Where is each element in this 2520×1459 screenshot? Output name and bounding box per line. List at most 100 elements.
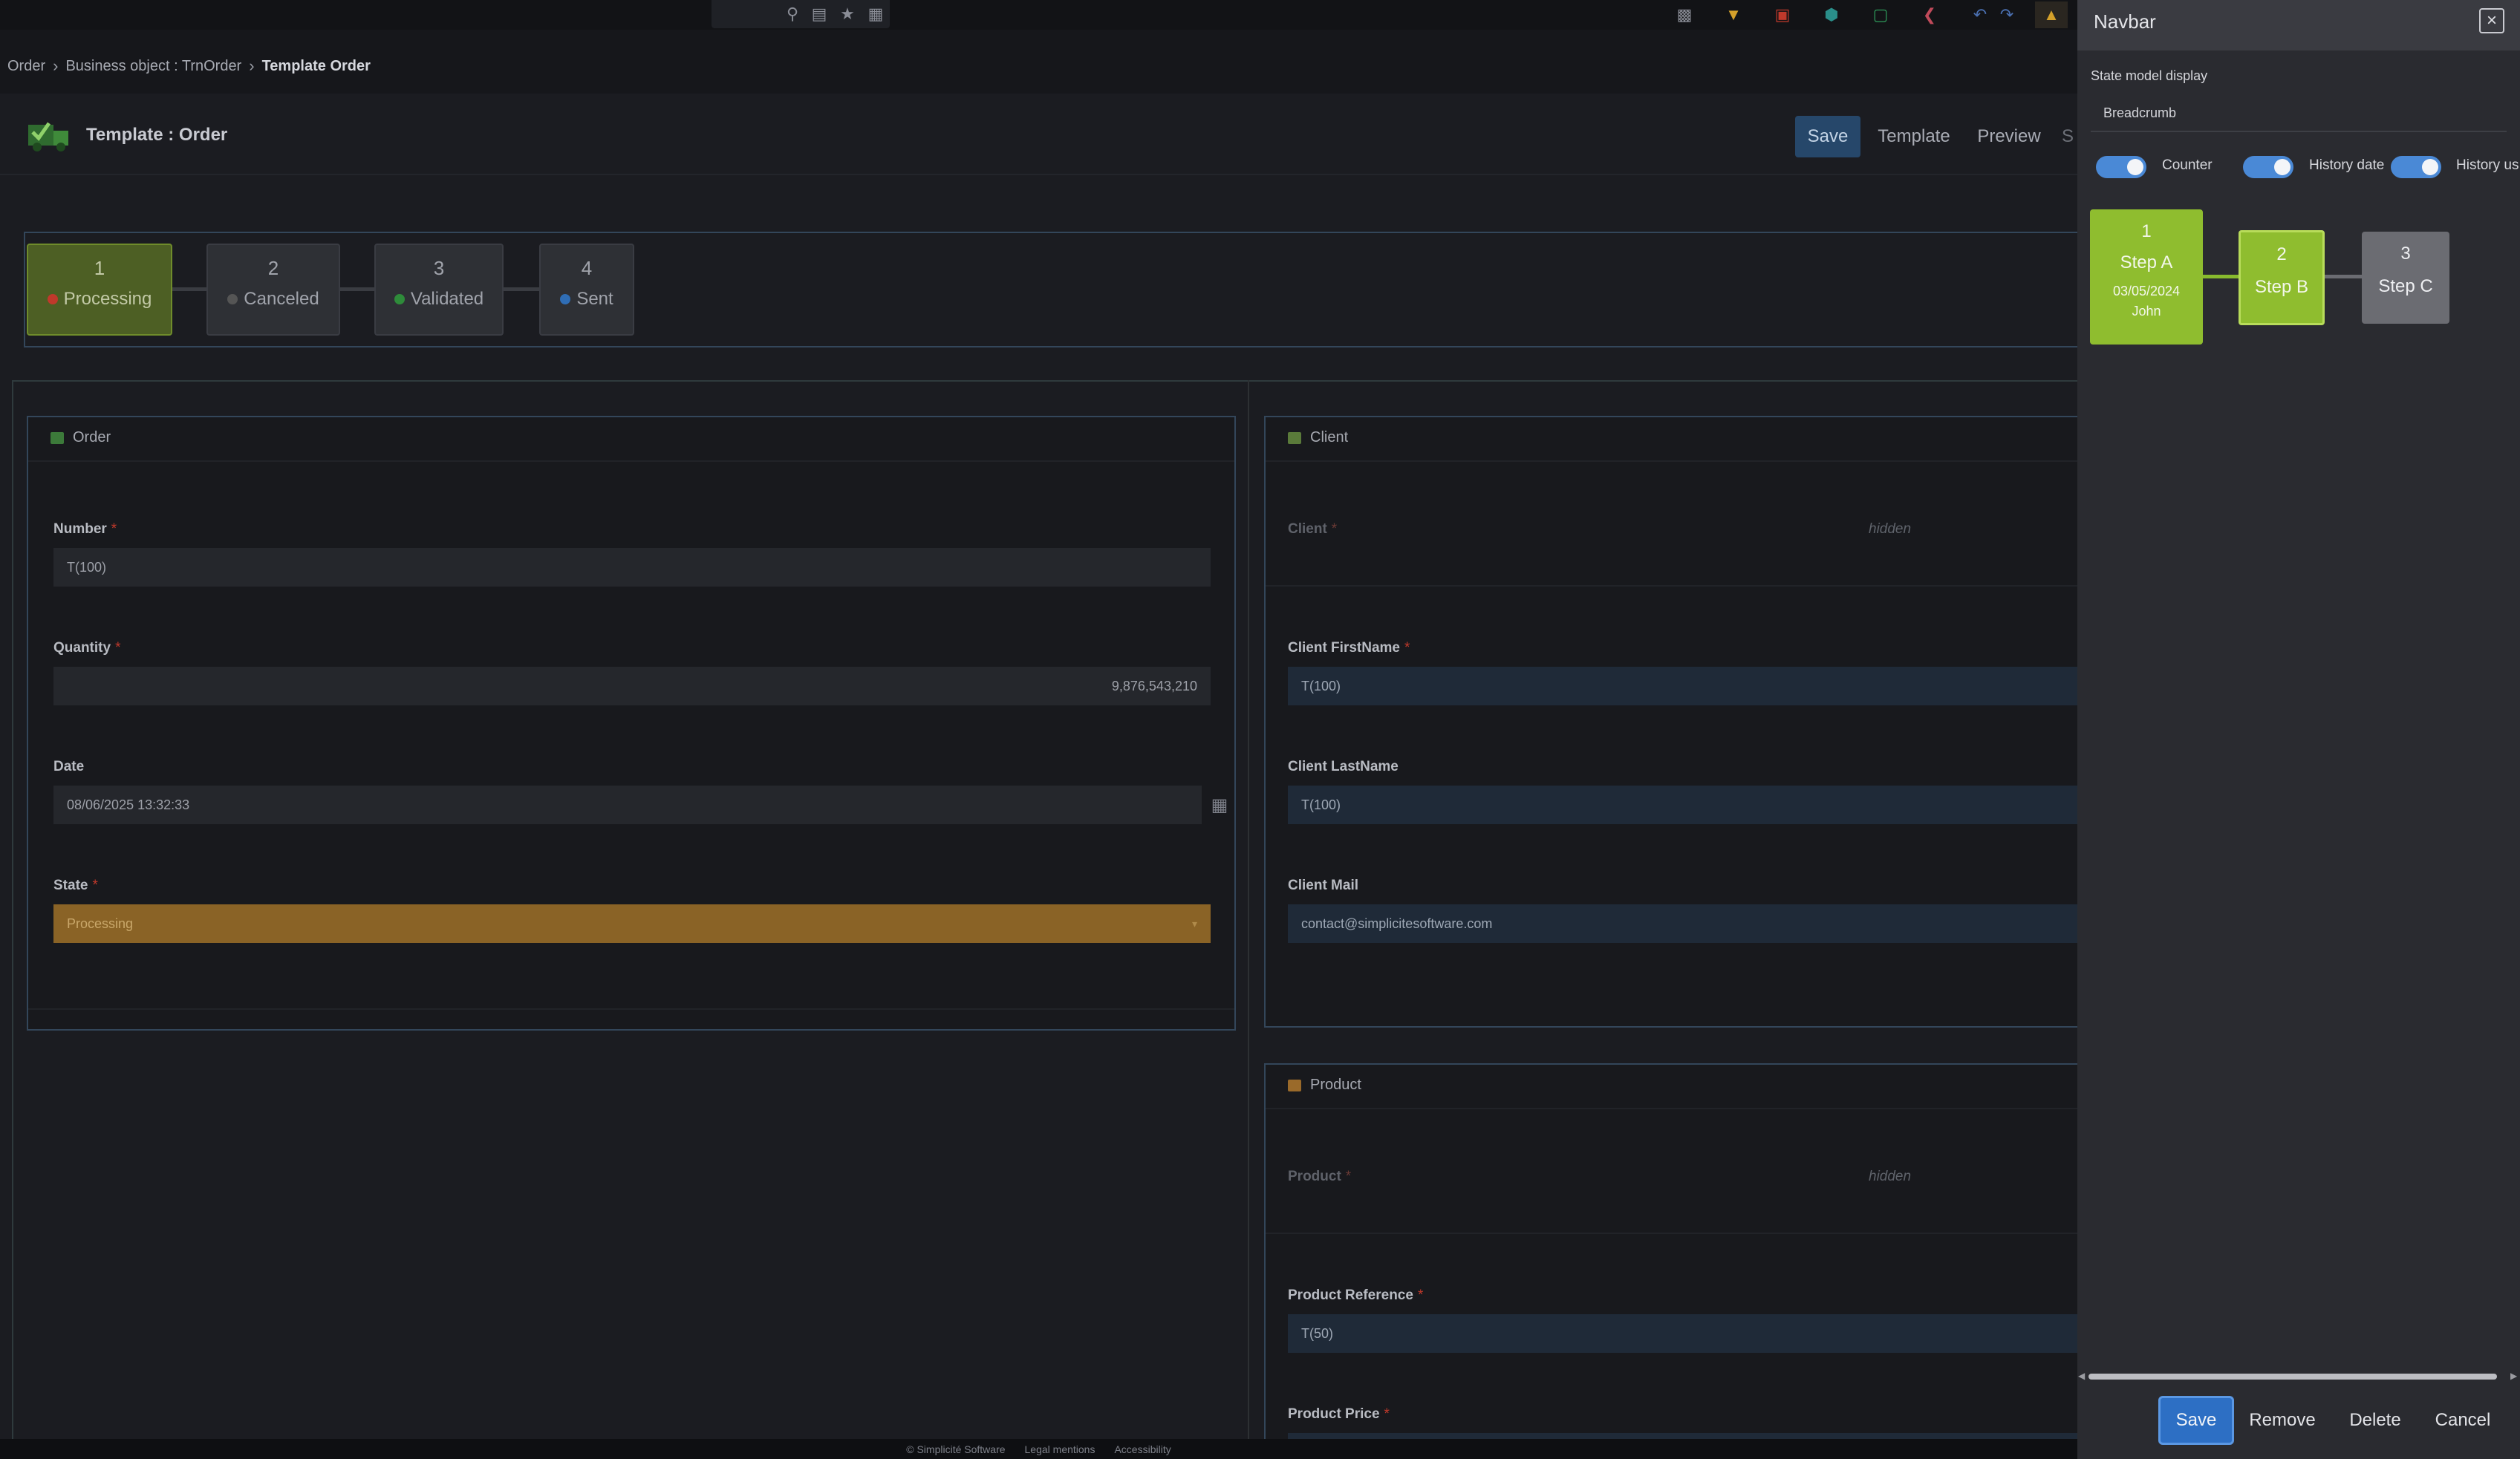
breadcrumb-item-current: Template Order [261, 57, 371, 74]
calendar-picker-icon[interactable]: ▦ [1202, 786, 1237, 824]
chevron-right-icon: › [249, 56, 255, 75]
client-label-text: Client [1288, 521, 1327, 537]
toggle-knob [2127, 159, 2143, 175]
field-divider [1266, 585, 2077, 587]
dialog-remove-button[interactable]: Remove [2244, 1396, 2320, 1445]
step-number: 3 [433, 257, 445, 279]
toggle-knob [2274, 159, 2291, 175]
redo-icon[interactable]: ↷ [1996, 4, 2017, 25]
client-lastname-field[interactable]: T(100) [1288, 786, 2077, 824]
required-mark: * [111, 521, 117, 537]
search-icon[interactable]: ⚲ [783, 4, 802, 24]
flag-icon[interactable]: ▣ [1772, 4, 1793, 25]
star-icon[interactable]: ★ [838, 4, 857, 24]
section-title-text: Product [1310, 1077, 1361, 1093]
grid-icon[interactable]: ▦ [866, 4, 885, 24]
template-button[interactable]: Template [1873, 116, 1955, 157]
history-user-toggle[interactable] [2391, 156, 2441, 178]
robot-icon[interactable]: ▩ [1674, 4, 1695, 25]
quantity-label-text: Quantity [53, 640, 111, 656]
calendar-icon[interactable]: ▤ [810, 4, 829, 24]
client-mail-field[interactable]: contact@simplicitesoftware.com [1288, 904, 2077, 943]
top-search-area: ⚲ ▤ ★ ▦ [712, 0, 890, 28]
step-label: Processing [63, 289, 152, 309]
step-validated[interactable]: 3 Validated [374, 244, 504, 336]
breadcrumb-item-order[interactable]: Order [7, 58, 45, 75]
save-button[interactable]: Save [1795, 116, 1860, 157]
dialog-save-button[interactable]: Save [2158, 1396, 2234, 1445]
preview-button[interactable]: Preview [1968, 116, 2050, 157]
order-section: Order Number * T(100) Quantity * 9,876,543… [27, 416, 1236, 1031]
required-mark: * [92, 878, 98, 893]
quantity-field[interactable]: 9,876,543,210 [53, 667, 1211, 705]
funnel-icon[interactable]: ▼ [1723, 4, 1744, 25]
breadcrumb-item-business-object[interactable]: Business object : TrnOrder [65, 58, 241, 75]
horizontal-scrollbar[interactable] [2088, 1374, 2497, 1380]
required-mark: * [1384, 1406, 1390, 1422]
product-label: Product * [1288, 1169, 1351, 1185]
date-field[interactable]: 08/06/2025 13:32:33 [53, 786, 1202, 824]
status-dot-icon [47, 294, 58, 304]
scroll-right-icon[interactable]: ▶ [2510, 1371, 2517, 1381]
number-label-text: Number [53, 521, 107, 537]
undo-icon[interactable]: ↶ [1970, 4, 1990, 25]
section-title: Product [1288, 1077, 1361, 1094]
preview-step-a: 1 Step A 03/05/2024 John [2090, 209, 2203, 345]
step-sent[interactable]: 4 Sent [539, 244, 634, 336]
product-price-label: Product Price * [1288, 1406, 1390, 1423]
cube-icon[interactable]: ⬢ [1821, 4, 1842, 25]
number-label: Number * [53, 521, 117, 538]
dialog-cancel-button[interactable]: Cancel [2426, 1396, 2500, 1445]
status-dot-icon [560, 294, 571, 304]
user-avatar-icon[interactable]: ▲ [2035, 1, 2068, 28]
product-reference-field[interactable]: T(50) [1288, 1314, 2077, 1353]
required-mark: * [1345, 1169, 1352, 1184]
step-number: 1 [94, 257, 105, 279]
product-price-label-text: Product Price [1288, 1406, 1380, 1422]
counter-toggle[interactable] [2096, 156, 2146, 178]
client-label: Client * [1288, 521, 1337, 538]
state-select[interactable]: Processing ▾ [53, 904, 1211, 943]
more-actions-button[interactable]: S [2062, 116, 2077, 157]
header-divider [0, 174, 2077, 175]
order-truck-icon [28, 122, 68, 151]
chevron-right-icon: › [53, 56, 59, 75]
preview-connector [2203, 275, 2240, 278]
toggle-knob [2422, 159, 2438, 175]
scroll-left-icon[interactable]: ◀ [2078, 1371, 2085, 1381]
state-model-display-select[interactable]: Breadcrumb [2091, 98, 2507, 132]
preview-step-number: 2 [2276, 244, 2287, 264]
copyright-text: © Simplicité Software [906, 1443, 1006, 1455]
dialog-delete-button[interactable]: Delete [2340, 1396, 2411, 1445]
state-label: State * [53, 878, 98, 894]
box-icon [1288, 1079, 1301, 1091]
step-number: 4 [581, 257, 593, 279]
page-title: Template : Order [86, 125, 228, 145]
step-number: 2 [267, 257, 279, 279]
number-field[interactable]: T(100) [53, 548, 1211, 587]
breadcrumb: Order › Business object : TrnOrder › Tem… [7, 55, 371, 77]
client-section: Client Client * hidden Client FirstName * … [1264, 416, 2077, 1028]
step-canceled[interactable]: 2 Canceled [206, 244, 340, 336]
client-firstname-field[interactable]: T(100) [1288, 667, 2077, 705]
history-date-toggle[interactable] [2243, 156, 2293, 178]
share-icon[interactable]: ❮ [1919, 4, 1940, 25]
close-icon[interactable]: × [2479, 8, 2504, 33]
quantity-label: Quantity * [53, 640, 120, 656]
users-icon [1288, 431, 1301, 444]
step-processing[interactable]: 1 Processing [27, 244, 172, 336]
preview-step-number: 3 [2400, 244, 2411, 264]
product-reference-label: Product Reference * [1288, 1287, 1423, 1304]
monitor-icon[interactable]: ▢ [1870, 4, 1891, 25]
preview-step-date: 03/05/2024 [2112, 284, 2181, 298]
section-title: Client [1288, 429, 1348, 446]
dialog-title: Navbar [2094, 10, 2156, 33]
form-header: Template : Order [27, 111, 227, 159]
accessibility-link[interactable]: Accessibility [1114, 1443, 1171, 1455]
state-label-text: State [53, 878, 88, 893]
field-divider [1266, 1233, 2077, 1234]
client-hidden-value: hidden [1869, 521, 1912, 537]
product-section: Product Product * hidden Product Referenc… [1264, 1063, 2077, 1448]
chevron-down-icon: ▾ [1191, 917, 1197, 930]
legal-mentions-link[interactable]: Legal mentions [1025, 1443, 1095, 1455]
